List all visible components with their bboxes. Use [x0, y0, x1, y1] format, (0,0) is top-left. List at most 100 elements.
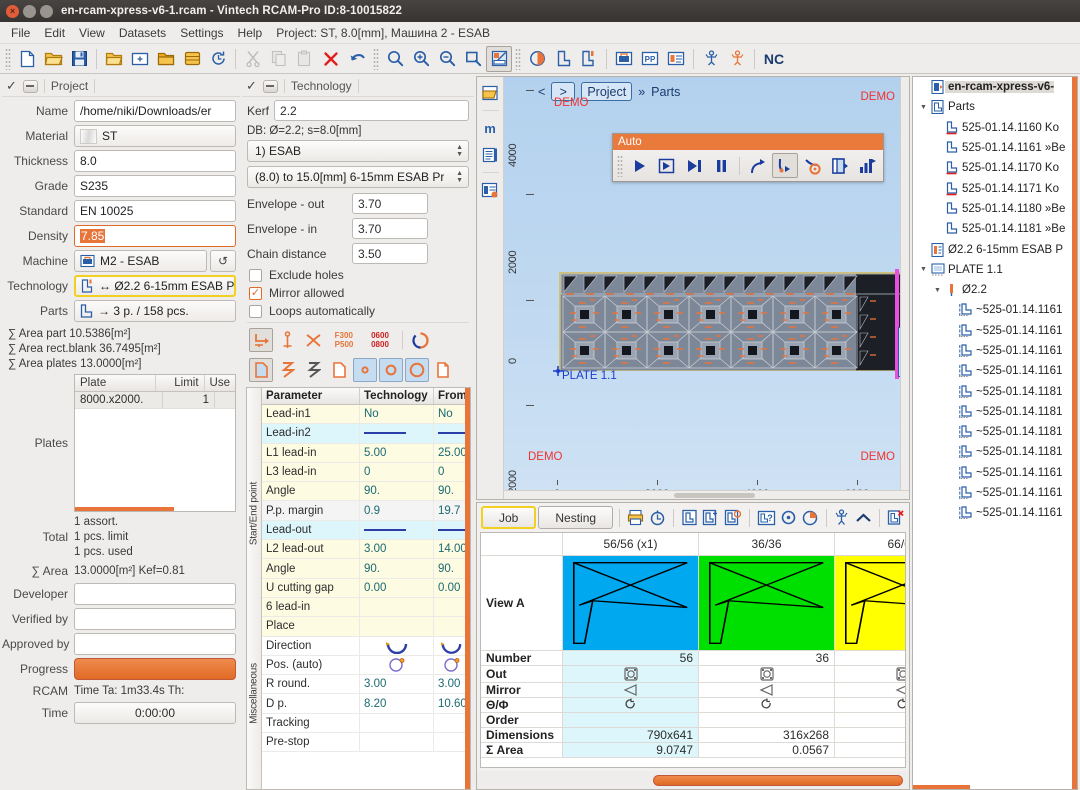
- undo-icon[interactable]: [344, 46, 370, 72]
- kerf-input[interactable]: 2.2: [274, 100, 469, 121]
- tree-node[interactable]: ~525-01.14.1181: [913, 381, 1077, 401]
- lead-in-out-icon[interactable]: [249, 328, 273, 352]
- tree-node[interactable]: ~525-01.14.1161: [913, 300, 1077, 320]
- refresh-clock-icon[interactable]: [205, 46, 231, 72]
- corner-part-icon[interactable]: [431, 358, 455, 382]
- out-icon[interactable]: [699, 666, 835, 682]
- contour-outline-icon[interactable]: [327, 358, 351, 382]
- parameter-row[interactable]: Tracking: [262, 714, 470, 733]
- chart-bars-icon[interactable]: [854, 153, 881, 178]
- close-project-icon[interactable]: [153, 46, 179, 72]
- density-input[interactable]: 7.85: [74, 225, 236, 247]
- parameter-row[interactable]: L2 lead-out3.0014.00: [262, 540, 470, 559]
- parameter-technology-cell[interactable]: [360, 598, 434, 616]
- zoom-fit-icon[interactable]: [460, 46, 486, 72]
- parameter-technology-cell[interactable]: 5.00: [360, 444, 434, 462]
- delete-sheet-icon[interactable]: [886, 505, 905, 530]
- part-sheet-icon[interactable]: [680, 505, 699, 530]
- parameter-table[interactable]: Start/End point Miscellaneous Parameter …: [246, 387, 471, 790]
- part-new-icon[interactable]: [576, 46, 602, 72]
- job-cell[interactable]: 316x256: [835, 728, 906, 742]
- part-thumbnail[interactable]: [699, 556, 834, 650]
- units-m-icon[interactable]: m: [478, 116, 502, 140]
- part-thumbnail[interactable]: [563, 556, 698, 650]
- feed-0600-0800-label[interactable]: 0600 0800: [363, 328, 397, 352]
- zigzag-orange-icon[interactable]: [275, 358, 299, 382]
- job-col-header-0[interactable]: 56/56 (x1): [563, 533, 699, 555]
- loops-automatically-checkbox[interactable]: [249, 305, 262, 318]
- job-col-header-1[interactable]: 36/36: [699, 533, 835, 555]
- large-hole-icon[interactable]: [405, 358, 429, 382]
- parameter-row[interactable]: P.p. margin0.919.7: [262, 501, 470, 520]
- print-icon[interactable]: [626, 505, 646, 530]
- pause-icon[interactable]: [709, 153, 736, 178]
- parameter-technology-cell[interactable]: [360, 521, 434, 539]
- parameter-technology-cell[interactable]: 8.20: [360, 694, 434, 712]
- parameter-row[interactable]: Lead-in2: [262, 424, 470, 443]
- plates-scrollbar[interactable]: [75, 507, 174, 511]
- open-drawing-icon[interactable]: [478, 81, 502, 105]
- machine-icon[interactable]: [611, 46, 637, 72]
- toolbar-grip-3[interactable]: [515, 48, 521, 70]
- mirror-icon[interactable]: [835, 683, 906, 697]
- parameter-technology-cell[interactable]: 0.9: [360, 501, 434, 519]
- nested-plate[interactable]: [559, 272, 902, 370]
- technology-select[interactable]: ↔ Ø2.2 6-15mm ESAB P: [74, 275, 236, 297]
- mirror-icon[interactable]: [699, 683, 835, 697]
- tree-node[interactable]: en-rcam-xpress-v6-: [913, 77, 1077, 97]
- job-cell[interactable]: [699, 713, 835, 727]
- path-lead-icon[interactable]: [772, 153, 799, 178]
- toolbar-grip-2[interactable]: [373, 48, 379, 70]
- parameter-technology-cell[interactable]: No: [360, 405, 434, 423]
- loop-arc-icon[interactable]: [408, 328, 432, 352]
- project-tree[interactable]: en-rcam-xpress-v6-▼Parts525-01.14.1160 K…: [912, 76, 1078, 790]
- tree-node[interactable]: 525-01.14.1161 »Be: [913, 138, 1077, 158]
- part-info-sheet-icon[interactable]: [723, 505, 743, 530]
- job-cell[interactable]: 36: [699, 651, 835, 665]
- part-thumbnail[interactable]: [835, 556, 906, 650]
- parameter-row[interactable]: Lead-in1NoNo: [262, 405, 470, 424]
- parameter-technology-cell[interactable]: 3.00: [360, 540, 434, 558]
- parameter-technology-cell[interactable]: [360, 617, 434, 635]
- menu-edit[interactable]: Edit: [37, 24, 72, 42]
- pp-icon[interactable]: PP: [637, 46, 663, 72]
- zoom-window-icon[interactable]: [486, 46, 512, 72]
- spinner-icon[interactable]: ▲▼: [453, 171, 466, 183]
- parameter-scrollbar[interactable]: [465, 388, 470, 789]
- chain-distance-input[interactable]: 3.50: [352, 243, 428, 264]
- plates-table[interactable]: Plate Limit Use 8000.x2000. 1: [74, 374, 236, 512]
- parameter-row[interactable]: Angle90.90.: [262, 482, 470, 501]
- technology-db-select[interactable]: 1) ESAB ▲▼: [247, 140, 469, 162]
- tree-node[interactable]: 525-01.14.1181 »Be: [913, 219, 1077, 239]
- job-cell[interactable]: 790x641: [563, 728, 699, 742]
- envelope-out-input[interactable]: 3.70: [352, 193, 428, 214]
- verified-input[interactable]: [74, 608, 236, 630]
- parameter-row[interactable]: Place: [262, 617, 470, 636]
- med-hole-icon[interactable]: [379, 358, 403, 382]
- tree-node[interactable]: 525-01.14.1180 »Be: [913, 199, 1077, 219]
- play-icon[interactable]: [626, 153, 653, 178]
- part-new-sheet-icon[interactable]: [701, 505, 721, 530]
- job-table-row[interactable]: Order∑: [481, 713, 905, 728]
- auto-toolbar-window[interactable]: Auto: [612, 133, 884, 182]
- job-cell[interactable]: 4.5073: [835, 743, 906, 757]
- minimize-panel-icon[interactable]: [23, 80, 38, 93]
- viewport-scrollbar-h[interactable]: [504, 490, 909, 499]
- menu-file[interactable]: File: [4, 24, 37, 42]
- tree-node[interactable]: 525-01.14.1160 Ko: [913, 118, 1077, 138]
- list-view-icon[interactable]: [478, 143, 502, 167]
- circle-dot-icon[interactable]: [779, 505, 798, 530]
- expand-arrow-icon[interactable]: ▼: [931, 287, 944, 294]
- job-cell[interactable]: 316x268: [699, 728, 835, 742]
- job-cell[interactable]: 56: [563, 651, 699, 665]
- parameter-row[interactable]: L1 lead-in5.0025.00: [262, 444, 470, 463]
- add-project-icon[interactable]: [127, 46, 153, 72]
- grade-input[interactable]: S235: [74, 175, 236, 197]
- viewport-scrollbar-v[interactable]: [900, 77, 909, 490]
- approved-input[interactable]: [74, 633, 236, 655]
- new-file-icon[interactable]: [14, 46, 40, 72]
- parameter-technology-cell[interactable]: 3.00: [360, 675, 434, 693]
- parameter-row[interactable]: D p.8.2010.60: [262, 694, 470, 713]
- collapse-up-icon[interactable]: [854, 505, 873, 530]
- parameter-row[interactable]: Angle90.90.: [262, 559, 470, 578]
